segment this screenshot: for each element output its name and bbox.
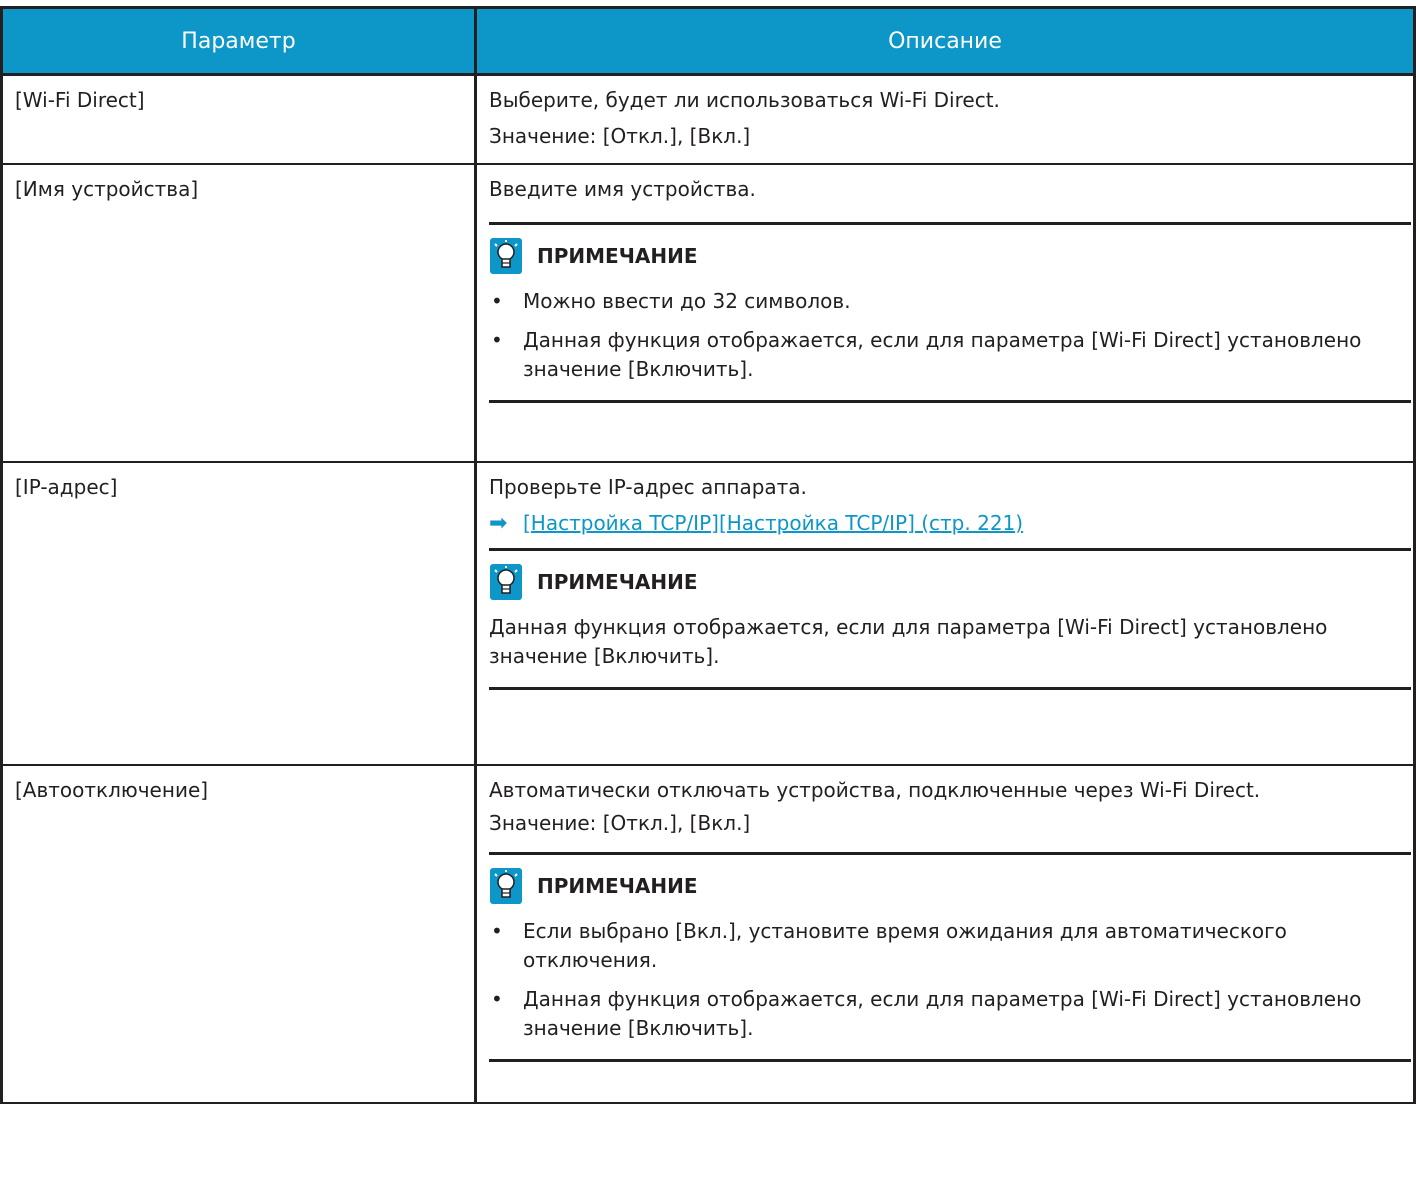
note-text: Данная функция отображается, если для па… bbox=[489, 615, 1328, 668]
cross-reference: ➡ [Настройка TCP/IP][Настройка TCP/IP] (… bbox=[489, 509, 1397, 538]
table-row: [Автоотключение] Автоматически отключать… bbox=[0, 765, 1416, 1104]
list-item: • Данная функция отображается, если для п… bbox=[489, 326, 1411, 384]
note-box: ПРИМЕЧАНИЕ • Если выбрано [Вкл.], установ… bbox=[489, 852, 1411, 1062]
header-desc: Описание bbox=[474, 6, 1416, 76]
param-cell: [Имя устройства] bbox=[0, 164, 477, 463]
table-row: [IP-адрес] Проверьте IP-адрес аппарата. … bbox=[0, 462, 1416, 766]
list-item: • Можно ввести до 32 символов. bbox=[489, 287, 1411, 316]
bullet-icon: • bbox=[491, 987, 503, 1011]
desc-line: Введите имя устройства. bbox=[489, 177, 756, 201]
list-item: • Если выбрано [Вкл.], установите время о… bbox=[489, 917, 1411, 975]
note-box: ПРИМЕЧАНИЕ Данная функция отображается, … bbox=[489, 548, 1411, 690]
arrow-right-icon: ➡ bbox=[489, 511, 508, 536]
table-header-row: Параметр Описание bbox=[0, 6, 1416, 76]
lightbulb-note-icon bbox=[490, 564, 522, 600]
desc-line: Выберите, будет ли использоваться Wi-Fi … bbox=[489, 88, 1000, 112]
settings-table: Параметр Описание [Wi-Fi Direct] Выберит… bbox=[0, 6, 1416, 1104]
table-row: [Wi-Fi Direct] Выберите, будет ли исполь… bbox=[0, 74, 1416, 165]
desc-line: Автоматически отключать устройства, подк… bbox=[489, 778, 1261, 802]
table-row: [Имя устройства] Введите имя устройства. bbox=[0, 164, 1416, 463]
bullet-icon: • bbox=[491, 289, 503, 313]
desc-cell: Автоматически отключать устройства, подк… bbox=[474, 765, 1416, 1104]
desc-line: Значение: [Откл.], [Вкл.] bbox=[489, 124, 751, 148]
list-item-text: Можно ввести до 32 символов. bbox=[523, 289, 851, 313]
note-header: ПРИМЕЧАНИЕ bbox=[489, 867, 1411, 905]
param-cell: [Wi-Fi Direct] bbox=[0, 74, 477, 165]
param-cell: [Автоотключение] bbox=[0, 765, 477, 1104]
lightbulb-note-icon bbox=[490, 238, 522, 274]
note-header: ПРИМЕЧАНИЕ bbox=[489, 563, 1411, 601]
tcpip-settings-link[interactable]: [Настройка TCP/IP][Настройка TCP/IP] (ст… bbox=[523, 509, 1023, 538]
note-header: ПРИМЕЧАНИЕ bbox=[489, 237, 1411, 275]
desc-line: Проверьте IP-адрес аппарата. bbox=[489, 475, 807, 499]
cell-bottom-space bbox=[489, 1062, 1397, 1102]
param-cell: [IP-адрес] bbox=[0, 462, 477, 766]
note-title: ПРИМЕЧАНИЕ bbox=[537, 569, 698, 594]
note-list: • Можно ввести до 32 символов. • Данная фу… bbox=[489, 287, 1411, 384]
bullet-icon: • bbox=[491, 919, 503, 943]
note-title: ПРИМЕЧАНИЕ bbox=[537, 873, 698, 898]
desc-cell: Проверьте IP-адрес аппарата. ➡ [Настройк… bbox=[474, 462, 1416, 766]
list-item-text: Данная функция отображается, если для па… bbox=[523, 987, 1362, 1040]
desc-cell: Выберите, будет ли использоваться Wi-Fi … bbox=[474, 74, 1416, 165]
bullet-icon: • bbox=[491, 328, 503, 352]
list-item: • Данная функция отображается, если для п… bbox=[489, 985, 1411, 1043]
note-title: ПРИМЕЧАНИЕ bbox=[537, 243, 698, 268]
note-box: ПРИМЕЧАНИЕ • Можно ввести до 32 символов.… bbox=[489, 222, 1411, 403]
desc-line: Значение: [Откл.], [Вкл.] bbox=[489, 811, 751, 835]
header-param: Параметр bbox=[0, 6, 477, 76]
lightbulb-note-icon bbox=[490, 868, 522, 904]
note-list: • Если выбрано [Вкл.], установите время о… bbox=[489, 917, 1411, 1043]
list-item-text: Данная функция отображается, если для па… bbox=[523, 328, 1362, 381]
desc-cell: Введите имя устройства. ПРИМЕЧАНИЕ • Мож… bbox=[474, 164, 1416, 463]
list-item-text: Если выбрано [Вкл.], установите время ож… bbox=[523, 919, 1287, 972]
